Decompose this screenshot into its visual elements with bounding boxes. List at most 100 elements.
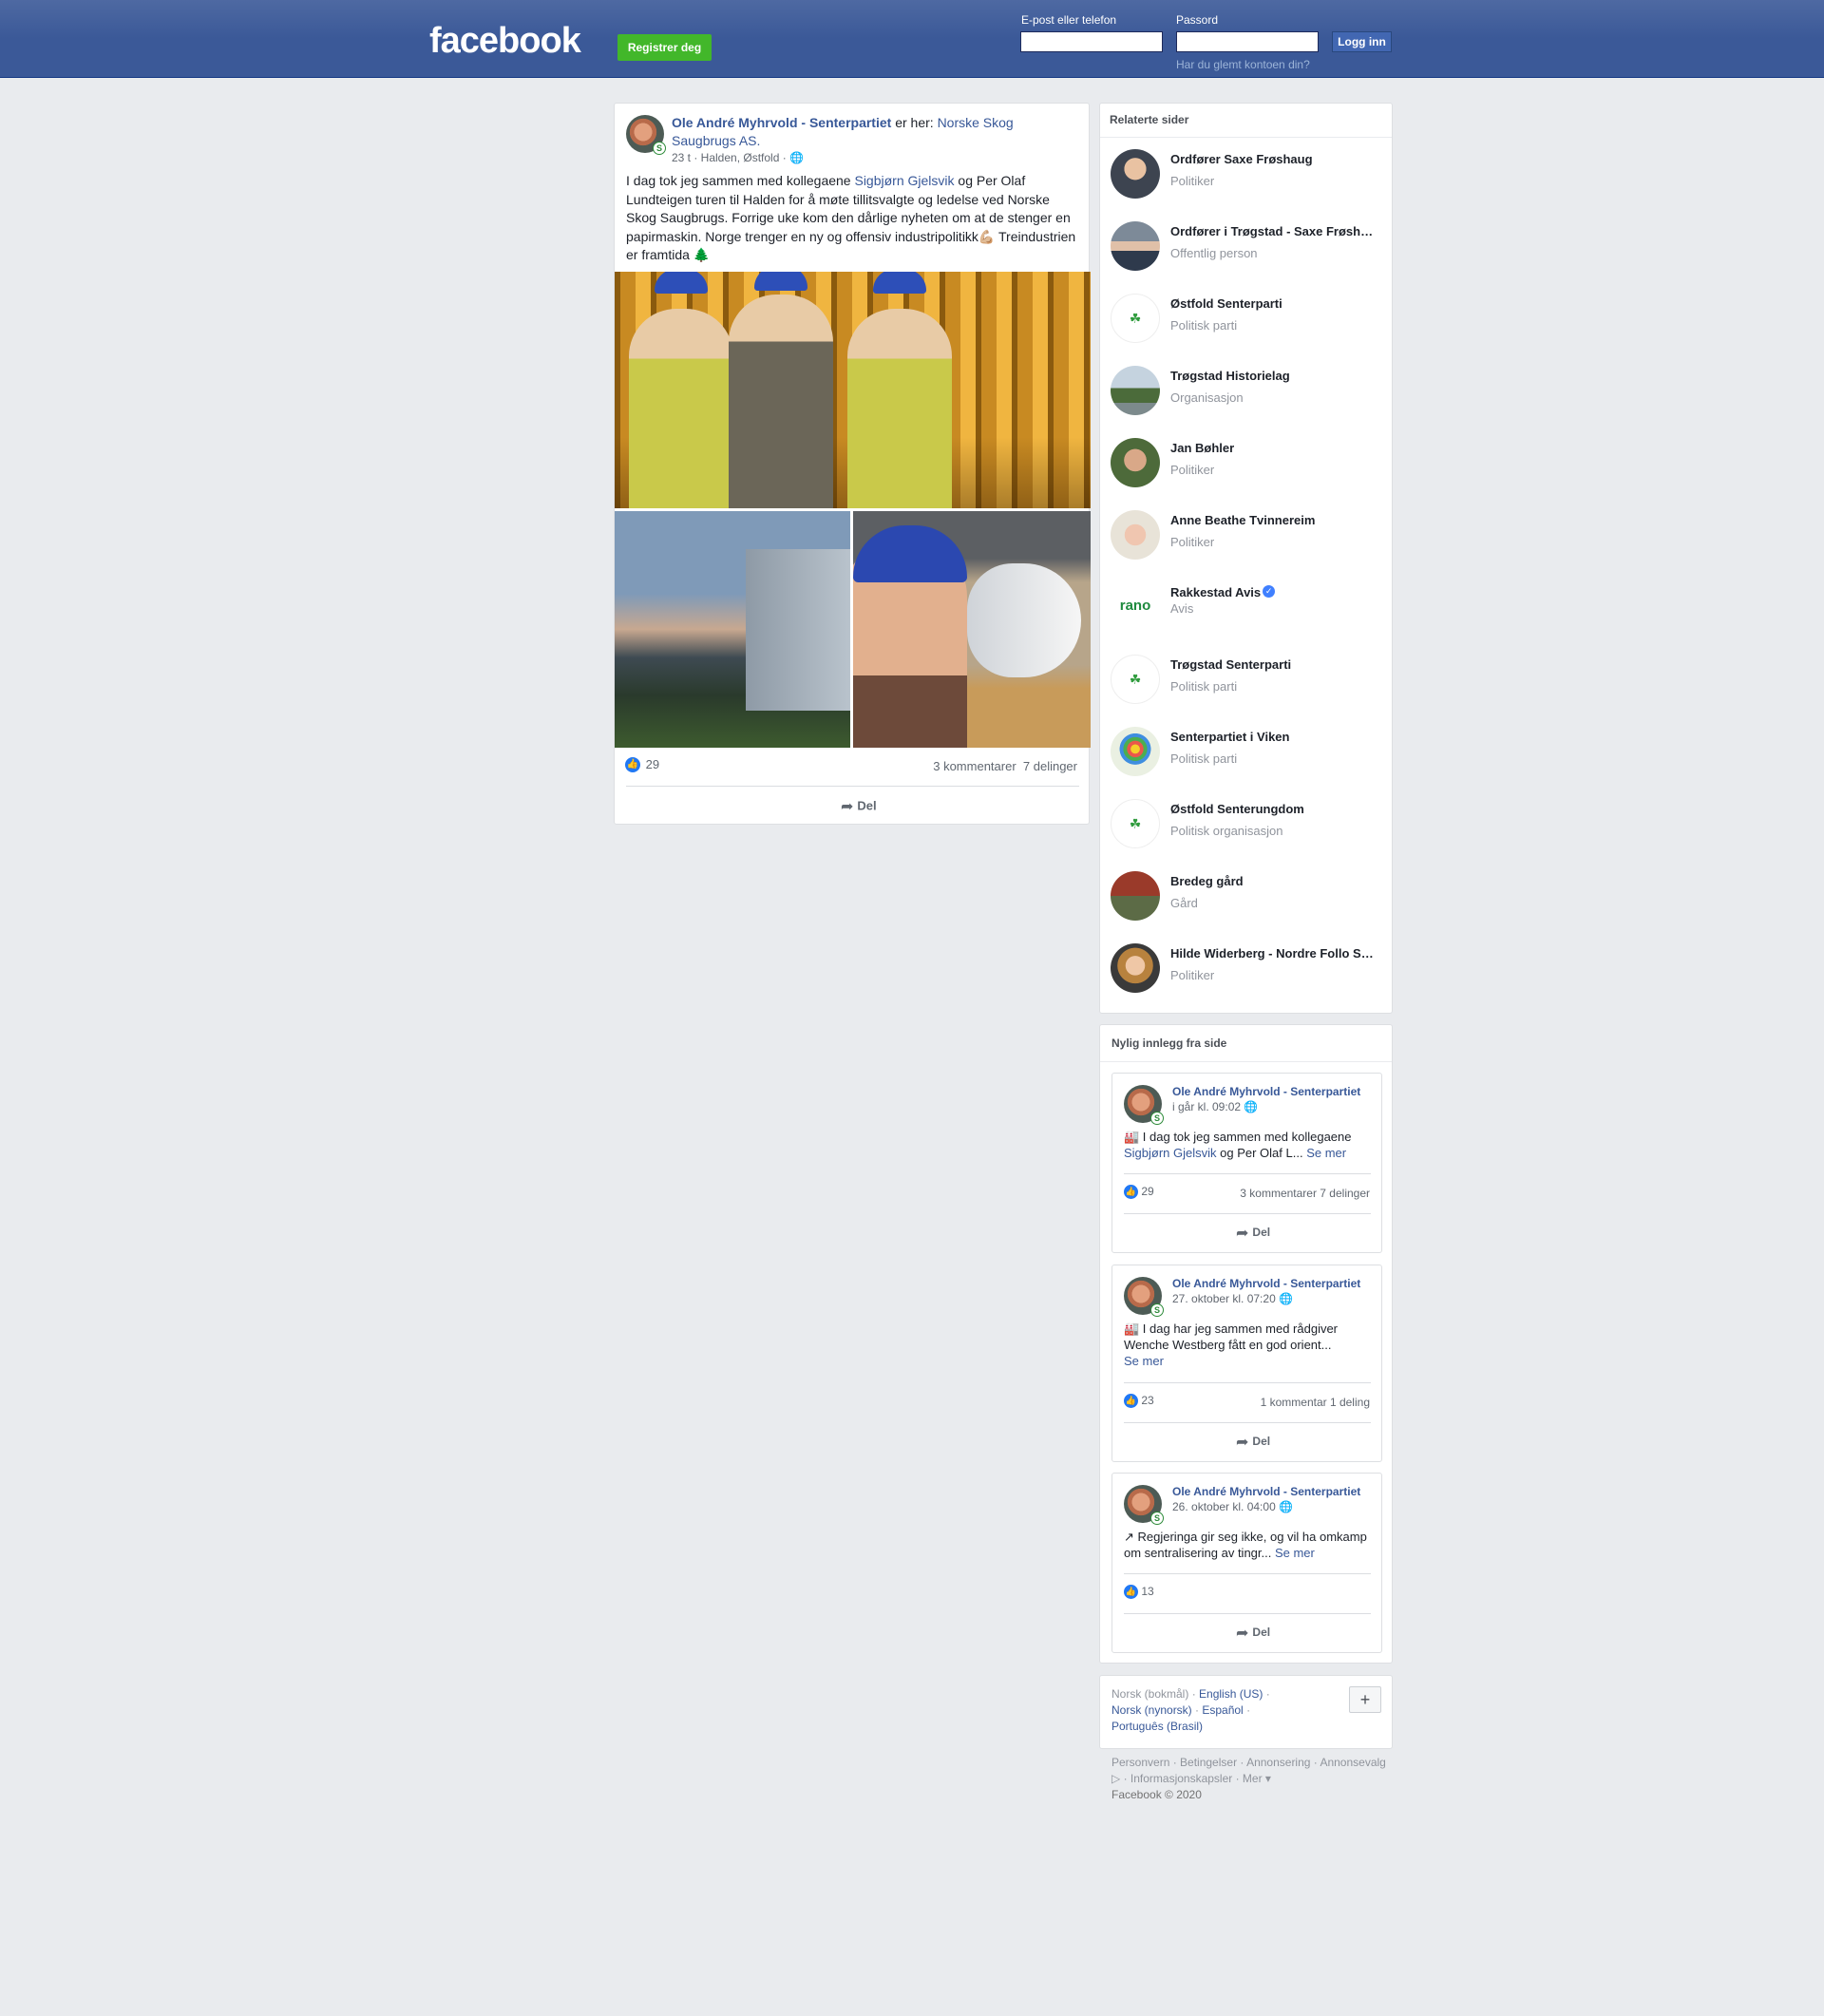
- recent-post-likes[interactable]: 👍 29: [1124, 1185, 1154, 1200]
- recent-post-likes[interactable]: 👍 13: [1124, 1585, 1154, 1600]
- like-count: 13: [1141, 1585, 1154, 1598]
- page-name[interactable]: Østfold Senterparti: [1170, 296, 1375, 311]
- login-button[interactable]: Logg inn: [1332, 31, 1392, 52]
- recent-post-card[interactable]: S Ole André Myhrvold - Senterpartiet 27.…: [1112, 1265, 1382, 1462]
- clover-logo-icon[interactable]: ☘: [1111, 799, 1160, 848]
- page-footer: Personvern · Betingelser · Annonsering ·…: [1112, 1755, 1387, 1803]
- page-name[interactable]: Trøgstad Senterparti: [1170, 657, 1375, 672]
- page-category: Offentlig person: [1170, 246, 1258, 260]
- page-name[interactable]: Trøgstad Historielag: [1170, 369, 1375, 383]
- recent-post-time[interactable]: i går kl. 09:02 🌐: [1172, 1100, 1258, 1113]
- recent-post-author[interactable]: Ole André Myhrvold - Senterpartiet: [1172, 1277, 1360, 1290]
- mention-link[interactable]: Sigbjørn Gjelsvik: [1124, 1146, 1217, 1160]
- recent-posts-box: Nylig innlegg fra side S Ole André Myhrv…: [1099, 1024, 1393, 1664]
- related-page-item[interactable]: Hilde Widerberg - Nordre Follo Senterpar…: [1111, 943, 1386, 997]
- email-input[interactable]: [1020, 31, 1163, 52]
- page-category: Politiker: [1170, 535, 1215, 549]
- share-button[interactable]: ➦ Del: [1236, 1224, 1270, 1243]
- language-list: Norsk (bokmål) · English (US) · Norsk (n…: [1112, 1687, 1270, 1733]
- post-author-line: Ole André Myhrvold - Senterpartiet er he…: [672, 114, 1071, 150]
- recent-posts-title: Nylig innlegg fra side: [1112, 1037, 1227, 1050]
- more-languages-button[interactable]: +: [1349, 1686, 1381, 1713]
- footer-links[interactable]: Personvern · Betingelser · Annonsering ·…: [1112, 1755, 1387, 1787]
- page-name[interactable]: Jan Bøhler: [1170, 441, 1375, 455]
- see-more-link[interactable]: Se mer: [1124, 1354, 1164, 1368]
- rano-logo[interactable]: rano: [1111, 582, 1160, 632]
- page-name[interactable]: Bredeg gård: [1170, 874, 1375, 888]
- language-link[interactable]: Português (Brasil): [1112, 1720, 1203, 1733]
- share-button[interactable]: ➦ Del: [1236, 1433, 1270, 1452]
- password-input[interactable]: [1176, 31, 1319, 52]
- post-author-name[interactable]: Ole André Myhrvold - Senterpartiet: [672, 115, 891, 130]
- post-photo-factory-exterior[interactable]: [615, 511, 850, 748]
- see-more-link[interactable]: Se mer: [1306, 1146, 1346, 1160]
- recent-post-time-text: 26. oktober kl. 04:00: [1172, 1500, 1276, 1513]
- globe-icon: 🌐: [1279, 1292, 1294, 1305]
- clover-logo-icon[interactable]: ☘: [1111, 294, 1160, 343]
- related-pages-title: Relaterte sider: [1110, 113, 1189, 126]
- related-page-item[interactable]: Ordfører Saxe Frøshaug Politiker: [1111, 149, 1386, 202]
- related-page-item[interactable]: Bredeg gård Gård: [1111, 871, 1386, 924]
- forgot-account-link[interactable]: Har du glemt kontoen din?: [1176, 58, 1310, 71]
- page-name[interactable]: Anne Beathe Tvinnereim: [1170, 513, 1375, 527]
- related-page-item[interactable]: Trøgstad Historielag Organisasjon: [1111, 366, 1386, 419]
- text-part: ↗ Regjeringa gir seg ikke, og vil ha omk…: [1124, 1530, 1367, 1560]
- page-avatar[interactable]: [1111, 149, 1160, 199]
- recent-post-card[interactable]: S Ole André Myhrvold - Senterpartiet i g…: [1112, 1073, 1382, 1253]
- recent-post-counts[interactable]: 1 kommentar 1 deling: [1261, 1396, 1370, 1409]
- comments-link[interactable]: 3 kommentarer: [933, 759, 1016, 773]
- register-button[interactable]: Registrer deg: [618, 34, 712, 61]
- share-button[interactable]: ➦ Del: [841, 797, 877, 816]
- related-page-item[interactable]: Ordfører i Trøgstad - Saxe Frøshaug Offe…: [1111, 221, 1386, 275]
- post-photo-workers[interactable]: [615, 272, 1091, 508]
- see-more-link[interactable]: Se mer: [1275, 1546, 1315, 1560]
- related-page-item[interactable]: Senterpartiet i Viken Politisk parti: [1111, 727, 1386, 780]
- recent-post-time-text: 27. oktober kl. 07:20: [1172, 1292, 1276, 1305]
- related-page-item[interactable]: Jan Bøhler Politiker: [1111, 438, 1386, 491]
- shares-link[interactable]: 7 delinger: [1023, 759, 1077, 773]
- share-button[interactable]: ➦ Del: [1236, 1624, 1270, 1643]
- recent-post-likes[interactable]: 👍 23: [1124, 1394, 1154, 1409]
- page-name[interactable]: Ordfører i Trøgstad - Saxe Frøshaug: [1170, 224, 1375, 238]
- page-avatar[interactable]: [1111, 871, 1160, 921]
- language-link[interactable]: Español: [1202, 1703, 1243, 1717]
- facebook-logo[interactable]: facebook: [429, 21, 581, 62]
- share-icon: ➦: [841, 799, 854, 815]
- like-count: 29: [645, 757, 660, 772]
- related-page-item[interactable]: ☘ Østfold Senterungdom Politisk organisa…: [1111, 799, 1386, 852]
- recent-post-card[interactable]: S Ole André Myhrvold - Senterpartiet 26.…: [1112, 1473, 1382, 1653]
- page-name[interactable]: Østfold Senterungdom: [1170, 802, 1375, 816]
- mention-link[interactable]: Sigbjørn Gjelsvik: [854, 173, 954, 188]
- page-avatar[interactable]: [1111, 943, 1160, 993]
- post-photo-selfie[interactable]: [853, 511, 1091, 748]
- text-part: 🏭 I dag har jeg sammen med rådgiver Wenc…: [1124, 1322, 1339, 1352]
- heart-logo-icon[interactable]: [1111, 727, 1160, 776]
- person-figure: [629, 309, 733, 508]
- page-avatar[interactable]: [1111, 221, 1160, 271]
- recent-post-time[interactable]: 27. oktober kl. 07:20 🌐: [1172, 1292, 1293, 1305]
- page-name[interactable]: Senterpartiet i Viken: [1170, 730, 1375, 744]
- related-page-item[interactable]: rano Rakkestad Avis ✓ Avis: [1111, 582, 1386, 636]
- clover-logo-icon[interactable]: ☘: [1111, 655, 1160, 704]
- recent-post-author[interactable]: Ole André Myhrvold - Senterpartiet: [1172, 1485, 1360, 1498]
- page-category: Gård: [1170, 896, 1198, 910]
- related-page-item[interactable]: Anne Beathe Tvinnereim Politiker: [1111, 510, 1386, 563]
- recent-post-author[interactable]: Ole André Myhrvold - Senterpartiet: [1172, 1085, 1360, 1098]
- page-category: Politisk parti: [1170, 679, 1238, 694]
- share-icon: ➦: [1236, 1435, 1249, 1451]
- page-name[interactable]: Rakkestad Avis ✓: [1170, 585, 1375, 599]
- page-name[interactable]: Ordfører Saxe Frøshaug: [1170, 152, 1375, 166]
- page-name[interactable]: Hilde Widerberg - Nordre Follo Senterpar…: [1170, 946, 1375, 960]
- post-likes[interactable]: 👍 29: [625, 756, 659, 772]
- related-page-item[interactable]: ☘ Østfold Senterparti Politisk parti: [1111, 294, 1386, 347]
- page-avatar[interactable]: [1111, 510, 1160, 560]
- recent-post-time-text: i går kl. 09:02: [1172, 1100, 1242, 1113]
- recent-post-counts[interactable]: 3 kommentarer 7 delinger: [1240, 1187, 1370, 1200]
- page-avatar[interactable]: [1111, 366, 1160, 415]
- language-link[interactable]: English (US): [1199, 1687, 1263, 1701]
- page-avatar[interactable]: [1111, 438, 1160, 487]
- post-timestamp[interactable]: 23 t · Halden, Østfold ·: [672, 151, 789, 164]
- language-link[interactable]: Norsk (nynorsk): [1112, 1703, 1192, 1717]
- related-page-item[interactable]: ☘ Trøgstad Senterparti Politisk parti: [1111, 655, 1386, 708]
- recent-post-time[interactable]: 26. oktober kl. 04:00 🌐: [1172, 1500, 1293, 1513]
